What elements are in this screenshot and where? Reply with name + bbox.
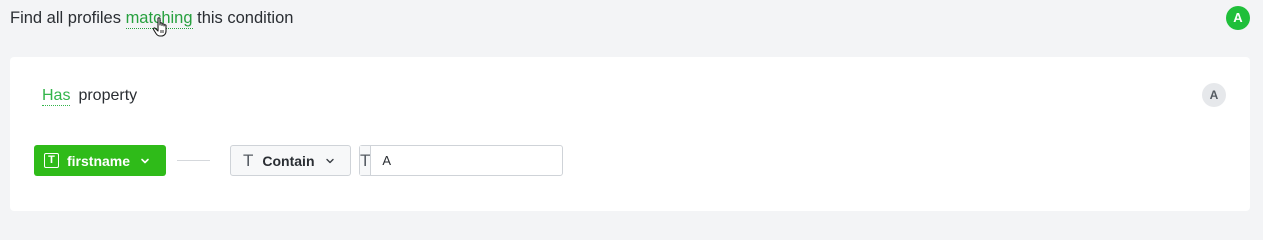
chevron-down-icon bbox=[325, 158, 334, 163]
text-type-icon: T bbox=[243, 151, 254, 170]
property-name: firstname bbox=[67, 152, 131, 169]
text-type-icon: T bbox=[44, 153, 59, 168]
header-prefix: Find all profiles bbox=[10, 9, 121, 27]
hand-cursor-icon bbox=[152, 17, 167, 37]
chevron-down-icon bbox=[141, 158, 149, 163]
user-avatar[interactable]: A bbox=[1226, 6, 1250, 30]
operator-select-button[interactable]: T Contain bbox=[230, 145, 351, 176]
property-select-button[interactable]: T firstname bbox=[34, 145, 166, 176]
connector-line bbox=[177, 160, 210, 161]
condition-avatar[interactable]: A bbox=[1202, 83, 1226, 107]
condition-card: Has property A T firstname T Contain T bbox=[10, 57, 1250, 211]
text-type-icon[interactable]: T bbox=[360, 146, 372, 175]
operator-label: Contain bbox=[262, 152, 315, 169]
has-toggle-link[interactable]: Has bbox=[42, 87, 71, 106]
condition-property-label: property bbox=[78, 87, 138, 104]
value-field: T bbox=[359, 145, 570, 176]
value-input[interactable] bbox=[371, 146, 570, 175]
header-suffix: this condition bbox=[197, 9, 294, 27]
condition-title: Has property bbox=[42, 86, 137, 106]
